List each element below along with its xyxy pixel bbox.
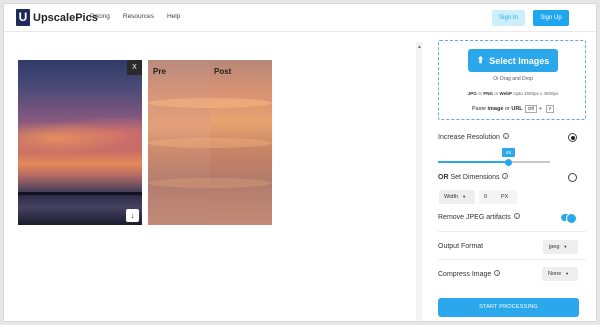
slider-knob[interactable] <box>505 158 513 166</box>
set-dimensions-row: OR Set Dimensions i <box>438 173 509 181</box>
uploaded-image-card: X ↓ <box>18 60 142 225</box>
logo-mark: U <box>16 9 30 26</box>
chevron-down-icon: ▼ <box>462 194 467 199</box>
nav-pricing[interactable]: Pricing <box>90 13 110 20</box>
app-window: U UpscalePics Pricing Resources Help Sig… <box>3 3 597 322</box>
drag-drop-text: Or Drag and Drop <box>493 76 533 82</box>
main-nav: Pricing Resources Help <box>90 13 180 20</box>
upload-dropzone[interactable]: ⬆ Select Images Or Drag and Drop JPG or … <box>438 40 586 120</box>
download-icon[interactable]: ↓ <box>126 209 139 222</box>
format-png: PNG <box>483 91 494 96</box>
output-format-row: Output Format <box>438 243 483 250</box>
logo[interactable]: U UpscalePics <box>16 9 98 26</box>
brand-name: UpscalePics <box>33 11 98 24</box>
compress-select[interactable]: None ▼ <box>542 267 578 281</box>
increase-resolution-radio[interactable] <box>568 133 577 142</box>
sea-layer <box>18 195 142 225</box>
remove-image-button[interactable]: X <box>127 60 142 75</box>
sign-up-button[interactable]: Sign Up <box>533 10 569 26</box>
increase-resolution-label: Increase Resolution <box>438 134 500 141</box>
output-format-select[interactable]: jpeg ▼ <box>543 240 578 254</box>
paste-url: URL <box>511 106 523 112</box>
size-limit: Upto 4500px x 4500px <box>511 91 559 96</box>
output-format-label: Output Format <box>438 243 484 250</box>
paste-prefix: Paste <box>471 106 488 112</box>
start-processing-button[interactable]: START PROCESSING <box>438 298 579 317</box>
select-images-label: Select Images <box>489 55 550 66</box>
dimension-input[interactable]: 0 PX <box>479 190 517 204</box>
cloud-layer <box>18 118 142 158</box>
dimension-value: 0 <box>484 194 488 200</box>
remove-artifacts-toggle[interactable] <box>561 213 577 224</box>
compress-label: Compress Image <box>438 271 492 278</box>
nav-help[interactable]: Help <box>167 13 180 20</box>
paste-hint: Paste image or URL ctrl + v <box>439 105 587 113</box>
chevron-down-icon: ▼ <box>565 271 570 276</box>
post-label: Post <box>214 67 232 76</box>
remove-artifacts-label: Remove JPEG artifacts <box>438 214 511 221</box>
or-label: OR <box>438 174 449 181</box>
scroll-up-icon[interactable]: ▲ <box>417 44 422 50</box>
pre-label: Pre <box>153 67 166 76</box>
set-dimensions-label: Set Dimensions <box>448 174 500 181</box>
v-key: v <box>545 105 555 113</box>
format-webp: WebP <box>499 91 512 96</box>
cloud-streak <box>148 138 272 148</box>
dimension-select[interactable]: Width ▼ <box>439 190 475 204</box>
increase-resolution-row: Increase Resolution i <box>438 133 509 141</box>
compress-value: None <box>548 271 562 277</box>
paste-image: image <box>487 106 504 112</box>
top-header: U UpscalePics Pricing Resources Help Sig… <box>4 4 596 32</box>
info-icon[interactable]: i <box>502 133 509 139</box>
scale-slider[interactable]: 4X <box>438 148 550 166</box>
plus-sign: + <box>538 106 543 112</box>
scale-tooltip: 4X <box>502 148 516 157</box>
supported-formats: JPG or PNG or WebP Upto 4500px x 4500px <box>439 91 587 96</box>
format-jpg: JPG <box>467 91 477 96</box>
divider <box>438 259 586 260</box>
compress-row: Compress Image i <box>438 270 501 278</box>
slider-fill <box>438 161 509 163</box>
dimension-select-value: Width <box>444 194 459 200</box>
info-icon[interactable]: i <box>502 173 509 179</box>
cloud-streak <box>148 98 272 108</box>
remove-artifacts-row: Remove JPEG artifacts i <box>438 213 520 221</box>
info-icon[interactable]: i <box>513 213 520 219</box>
dimension-unit: PX <box>501 194 509 200</box>
set-dimensions-radio[interactable] <box>568 173 577 182</box>
divider <box>438 231 586 232</box>
select-images-button[interactable]: ⬆ Select Images <box>468 49 558 72</box>
scrollbar[interactable] <box>416 42 422 321</box>
nav-resources[interactable]: Resources <box>123 13 154 20</box>
output-format-value: jpeg <box>549 244 560 250</box>
chevron-down-icon: ▼ <box>563 244 568 249</box>
cloud-streak <box>148 178 272 188</box>
upload-icon: ⬆ <box>476 55 485 65</box>
sign-in-button[interactable]: Sign In <box>492 10 525 26</box>
compare-view[interactable]: Pre Post <box>148 60 272 225</box>
info-icon[interactable]: i <box>494 270 501 276</box>
ctrl-key: ctrl <box>524 105 538 113</box>
